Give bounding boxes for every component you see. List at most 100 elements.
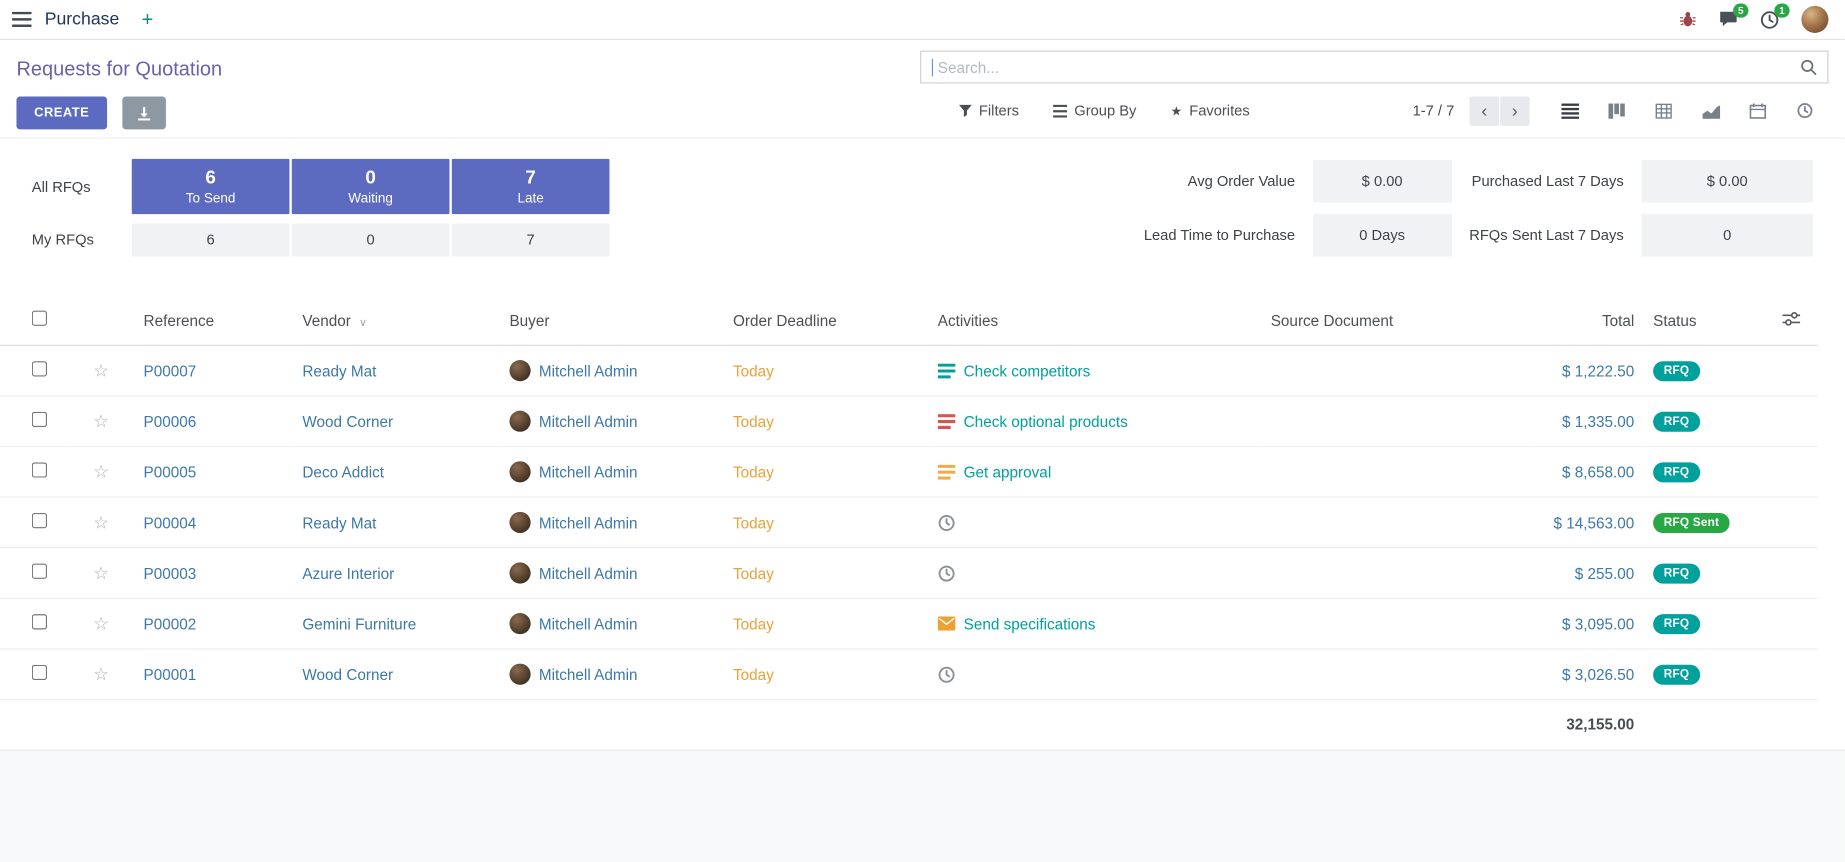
vendor-link[interactable]: Ready Mat [302,514,376,532]
activity-cell[interactable] [938,666,1257,684]
pivot-view-icon[interactable] [1640,95,1687,126]
activity-icon[interactable] [938,514,956,532]
favorite-star-icon[interactable]: ☆ [93,513,109,533]
activity-label[interactable]: Get approval [964,463,1052,481]
reference-link[interactable]: P00001 [144,666,197,684]
buyer-name[interactable]: Mitchell Admin [539,463,638,481]
vendor-link[interactable]: Azure Interior [302,564,394,582]
kpi-to-send[interactable]: 6 To Send [132,159,290,215]
activity-cell[interactable]: Get approval [938,463,1257,481]
table-row[interactable]: ☆ P00006 Wood Corner Mitchell Admin Toda… [0,396,1818,447]
vendor-link[interactable]: Wood Corner [302,666,393,684]
buyer-name[interactable]: Mitchell Admin [539,413,638,431]
activity-label[interactable]: Check competitors [964,362,1091,380]
buyer-name[interactable]: Mitchell Admin [539,564,638,582]
vendor-link[interactable]: Wood Corner [302,413,393,431]
row-checkbox[interactable] [32,614,47,629]
row-checkbox[interactable] [32,463,47,478]
favorite-star-icon[interactable]: ☆ [93,463,109,483]
buyer-name[interactable]: Mitchell Admin [539,514,638,532]
user-avatar[interactable] [1801,6,1828,33]
reference-link[interactable]: P00005 [144,463,197,481]
activity-cell[interactable]: Check optional products [938,413,1257,431]
apps-menu-icon[interactable] [12,12,32,27]
buyer-name[interactable]: Mitchell Admin [539,615,638,633]
header-vendor[interactable]: Vendor∨ [295,296,502,346]
header-order-deadline[interactable]: Order Deadline [726,296,931,346]
debug-bug-icon[interactable] [1679,11,1697,29]
vendor-link[interactable]: Gemini Furniture [302,615,416,633]
table-row[interactable]: ☆ P00005 Deco Addict Mitchell Admin Toda… [0,447,1818,498]
vendor-link[interactable]: Deco Addict [302,463,384,481]
search-bar[interactable] [920,51,1828,84]
table-row[interactable]: ☆ P00004 Ready Mat Mitchell Admin Today … [0,497,1818,548]
graph-view-icon[interactable] [1687,95,1734,126]
pager-next-button[interactable]: › [1500,96,1529,125]
activity-icon[interactable] [938,617,956,631]
header-reference[interactable]: Reference [136,296,295,346]
activity-label[interactable]: Check optional products [964,413,1128,431]
table-row[interactable]: ☆ P00003 Azure Interior Mitchell Admin T… [0,548,1818,599]
activity-icon[interactable] [938,363,956,378]
reference-link[interactable]: P00002 [144,615,197,633]
row-checkbox[interactable] [32,513,47,528]
search-icon[interactable] [1800,59,1816,75]
my-late[interactable]: 7 [452,224,610,257]
activity-icon[interactable] [938,666,956,684]
calendar-view-icon[interactable] [1734,95,1781,126]
activity-cell[interactable]: Send specifications [938,615,1257,633]
my-waiting[interactable]: 0 [292,224,450,257]
export-button[interactable] [122,96,166,129]
activities-button[interactable]: 1 [1760,10,1779,29]
kpi-waiting[interactable]: 0 Waiting [292,159,450,215]
create-button[interactable]: CREATE [16,96,106,129]
activity-view-icon[interactable] [1781,95,1828,126]
header-status[interactable]: Status [1646,296,1775,346]
row-checkbox[interactable] [32,361,47,376]
search-input[interactable] [933,58,1800,76]
kpi-late[interactable]: 7 Late [452,159,610,215]
kanban-view-icon[interactable] [1593,95,1640,126]
vendor-link[interactable]: Ready Mat [302,362,376,380]
favorites-label: Favorites [1189,102,1249,118]
activity-cell[interactable] [938,564,1257,582]
favorite-star-icon[interactable]: ☆ [93,564,109,584]
favorite-star-icon[interactable]: ☆ [93,614,109,634]
favorites-button[interactable]: ★ Favorites [1171,102,1250,118]
favorite-star-icon[interactable]: ☆ [93,412,109,432]
header-buyer[interactable]: Buyer [502,296,726,346]
my-to-send[interactable]: 6 [132,224,290,257]
row-checkbox[interactable] [32,412,47,427]
activity-icon[interactable] [938,564,956,582]
reference-link[interactable]: P00006 [144,413,197,431]
select-all-checkbox[interactable] [32,311,47,326]
pager-previous-button[interactable]: ‹ [1470,96,1499,125]
activity-icon[interactable] [938,464,956,479]
activity-icon[interactable] [938,414,956,429]
row-checkbox[interactable] [32,665,47,680]
messages-button[interactable]: 5 [1719,11,1738,29]
header-total[interactable]: Total [1528,296,1646,346]
table-row[interactable]: ☆ P00007 Ready Mat Mitchell Admin Today … [0,346,1818,397]
filters-button[interactable]: Filters [959,102,1019,118]
favorite-star-icon[interactable]: ☆ [93,361,109,381]
reference-link[interactable]: P00004 [144,514,197,532]
activity-label[interactable]: Send specifications [964,615,1096,633]
header-activities[interactable]: Activities [931,296,1264,346]
table-row[interactable]: ☆ P00001 Wood Corner Mitchell Admin Toda… [0,649,1818,700]
header-source-document[interactable]: Source Document [1264,296,1529,346]
buyer-name[interactable]: Mitchell Admin [539,362,638,380]
optional-columns-button[interactable] [1775,296,1817,346]
table-row[interactable]: ☆ P00002 Gemini Furniture Mitchell Admin… [0,599,1818,650]
reference-link[interactable]: P00003 [144,564,197,582]
list-view-icon[interactable] [1546,95,1593,126]
row-checkbox[interactable] [32,564,47,579]
app-name[interactable]: Purchase [45,9,120,29]
activity-cell[interactable] [938,514,1257,532]
reference-link[interactable]: P00007 [144,362,197,380]
buyer-name[interactable]: Mitchell Admin [539,666,638,684]
group-by-button[interactable]: Group By [1053,102,1136,118]
new-tab-icon[interactable]: + [142,8,154,32]
favorite-star-icon[interactable]: ☆ [93,665,109,685]
activity-cell[interactable]: Check competitors [938,362,1257,380]
